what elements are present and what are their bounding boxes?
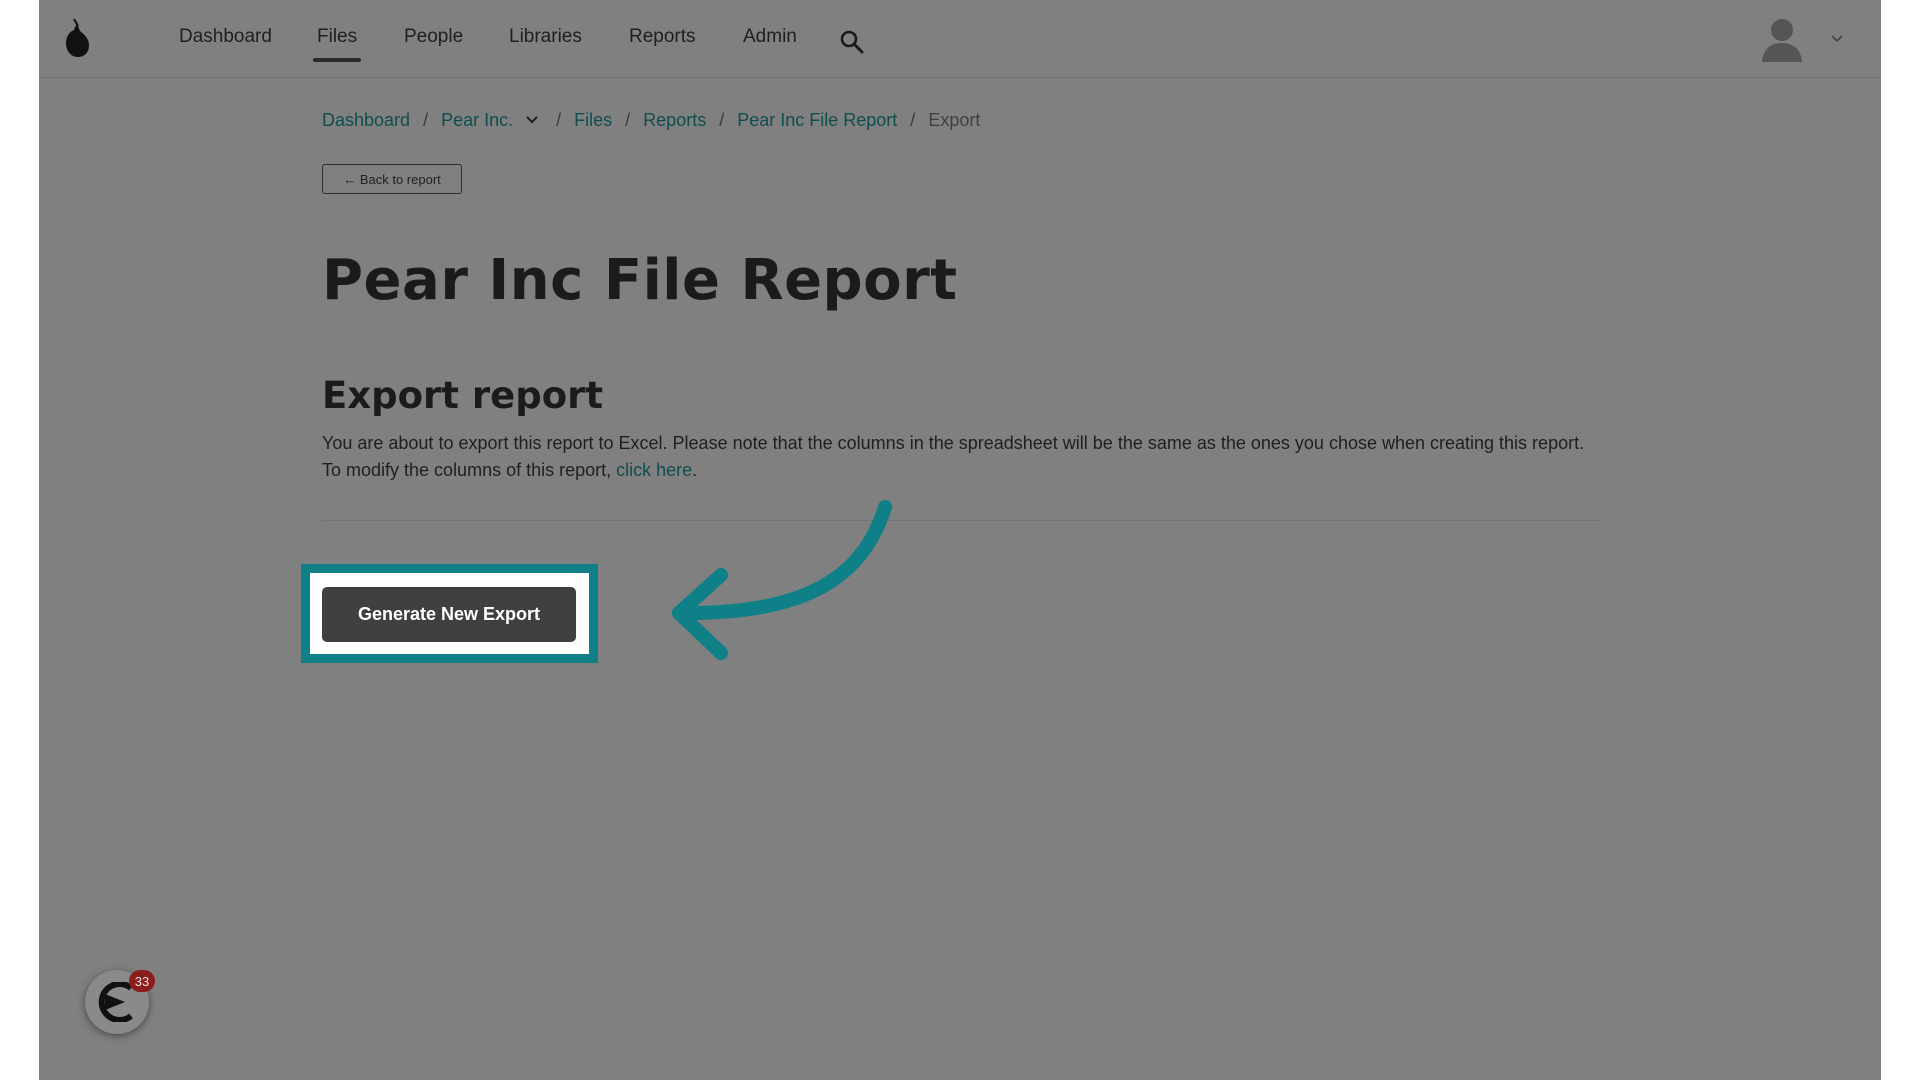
- pear-logo-icon[interactable]: [61, 18, 93, 60]
- avatar-icon[interactable]: [1760, 16, 1804, 62]
- breadcrumb-separator: /: [910, 109, 916, 130]
- breadcrumb-org[interactable]: Pear Inc.: [441, 110, 513, 131]
- back-to-report-button[interactable]: ← Back to report: [322, 164, 462, 194]
- breadcrumb-separator: /: [423, 109, 429, 130]
- breadcrumb-separator: /: [719, 109, 725, 130]
- description-line1: You are about to export this report to E…: [322, 433, 1585, 453]
- chevron-down-icon[interactable]: [525, 115, 539, 125]
- nav-reports[interactable]: Reports: [629, 26, 696, 48]
- breadcrumb-report[interactable]: Pear Inc File Report: [737, 110, 897, 131]
- breadcrumb-separator: /: [556, 109, 562, 130]
- generate-new-export-button[interactable]: Generate New Export: [322, 587, 576, 642]
- export-description: You are about to export this report to E…: [322, 430, 1642, 484]
- notification-badge: 33: [129, 970, 155, 992]
- nav-files[interactable]: Files: [312, 26, 362, 62]
- nav-libraries[interactable]: Libraries: [509, 26, 582, 48]
- nav-people[interactable]: People: [404, 26, 463, 48]
- breadcrumb-files[interactable]: Files: [574, 110, 612, 131]
- chevron-down-icon[interactable]: [1830, 34, 1844, 44]
- description-line2-suffix: .: [692, 460, 698, 480]
- description-line2-prefix: To modify the columns of this report,: [322, 460, 617, 480]
- nav-dashboard[interactable]: Dashboard: [179, 26, 272, 48]
- nav-admin[interactable]: Admin: [743, 26, 797, 48]
- search-icon[interactable]: [839, 29, 865, 55]
- breadcrumb-separator: /: [625, 109, 631, 130]
- modify-columns-link[interactable]: click here: [616, 460, 692, 480]
- divider: [322, 520, 1602, 521]
- breadcrumb-dashboard[interactable]: Dashboard: [322, 110, 410, 131]
- top-navigation: Dashboard Files People Libraries Reports…: [39, 0, 1881, 78]
- pointer-arrow-icon: [672, 500, 892, 660]
- breadcrumb-current: Export: [928, 109, 981, 130]
- page-title: Pear Inc File Report: [322, 248, 958, 313]
- breadcrumb-reports[interactable]: Reports: [643, 110, 706, 131]
- left-margin: [0, 0, 39, 1080]
- breadcrumb: Dashboard / Pear Inc. / Files / Reports …: [322, 108, 980, 132]
- right-margin: [1881, 0, 1920, 1080]
- section-title: Export report: [322, 374, 604, 417]
- app-window: Dashboard Files People Libraries Reports…: [39, 0, 1881, 1080]
